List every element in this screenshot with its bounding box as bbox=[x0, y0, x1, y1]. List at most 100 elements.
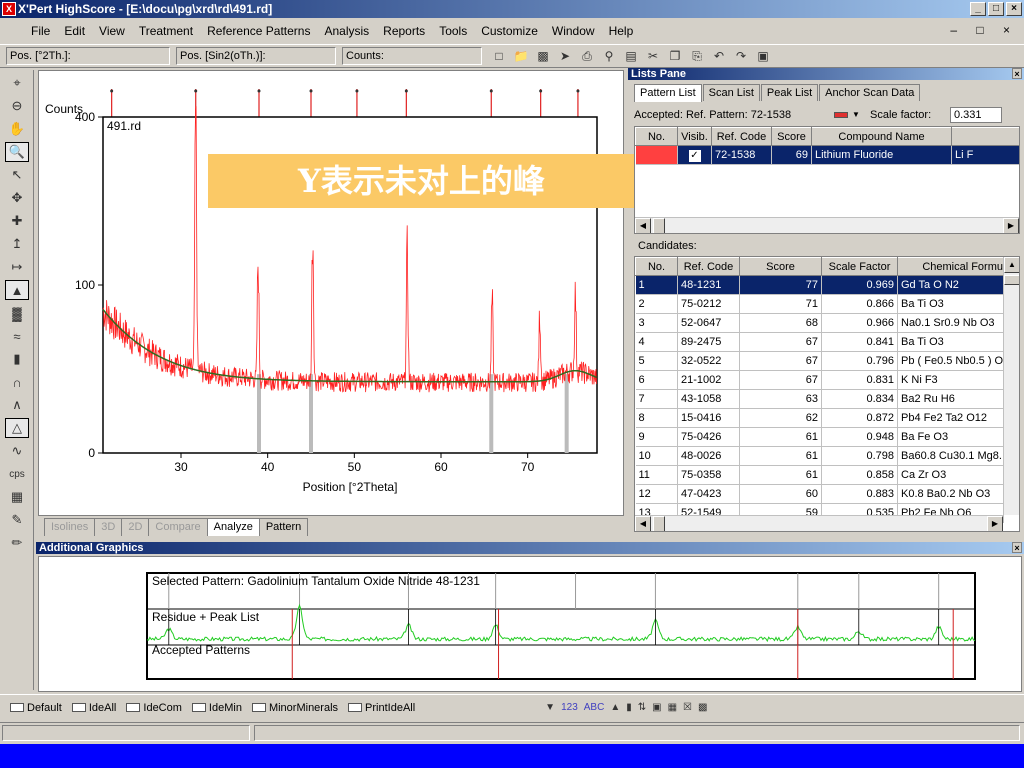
pen-icon[interactable]: ✎ bbox=[5, 510, 29, 530]
close-icon[interactable]: × bbox=[1012, 68, 1022, 79]
col-header-visib[interactable]: Visib. bbox=[677, 127, 712, 146]
tab-pattern-list[interactable]: Pattern List bbox=[634, 84, 702, 102]
main-plot-pane[interactable]: 30 40 50 60 70 0 100 400 Counts Position [°2Theta… bbox=[38, 70, 624, 516]
pan-hand-icon[interactable]: ✋ bbox=[5, 119, 29, 139]
table-row[interactable]: 9 75-0426 61 0.948 Ba Fe O3 bbox=[635, 427, 1004, 447]
horizontal-scrollbar[interactable]: ◀ ▶ bbox=[635, 217, 1019, 233]
profile-ideall-button[interactable]: IdeAll bbox=[71, 702, 116, 714]
x-scale-icon[interactable]: ↦ bbox=[5, 257, 29, 277]
col-header-ch[interactable]: Ch bbox=[951, 127, 1019, 146]
undo-icon[interactable]: ↶ bbox=[710, 47, 728, 65]
col-header-score[interactable]: Score bbox=[739, 257, 822, 276]
tab-pattern[interactable]: Pattern bbox=[258, 518, 309, 536]
filter-icon[interactable]: ▼ bbox=[545, 702, 555, 713]
scroll-left-icon[interactable]: ◀ bbox=[635, 516, 651, 531]
scroll-right-icon[interactable]: ▶ bbox=[1003, 218, 1019, 233]
col-header-compound-name[interactable]: Compound Name bbox=[811, 127, 952, 146]
mdi-controls[interactable]: – □ × bbox=[950, 23, 1018, 37]
menu-window[interactable]: Window bbox=[545, 24, 602, 38]
profile-printideall-button[interactable]: PrintIdeAll bbox=[348, 702, 415, 714]
table-row[interactable]: 7 43-1058 63 0.834 Ba2 Ru H6 bbox=[635, 389, 1004, 409]
zoom-fit-icon[interactable]: ⌖ bbox=[5, 73, 29, 93]
profile-icon[interactable]: ∩ bbox=[5, 372, 29, 392]
bar-icon[interactable]: ▮ bbox=[626, 702, 632, 713]
open-folder-icon[interactable]: 📁 bbox=[512, 47, 530, 65]
zoom-out-icon[interactable]: ⊖ bbox=[5, 96, 29, 116]
xrd-plot[interactable]: 30 40 50 60 700100400CountsPosition [°2Theta… bbox=[39, 71, 623, 515]
tab-isolines[interactable]: Isolines bbox=[44, 518, 96, 536]
zoom-peak-icon[interactable]: ▣ bbox=[652, 702, 661, 713]
additional-graphics-svg[interactable]: Selected Pattern: Gadolinium Tantalum Ox… bbox=[39, 557, 1021, 691]
reject-icon[interactable]: ☒ bbox=[683, 702, 692, 713]
scale-factor-input[interactable]: 0.331 bbox=[950, 107, 1002, 123]
tab-compare[interactable]: Compare bbox=[148, 518, 208, 536]
tab-3d[interactable]: 3D bbox=[94, 518, 123, 536]
eraser-icon[interactable]: ✏ bbox=[5, 533, 29, 553]
scroll-right-icon[interactable]: ▶ bbox=[987, 516, 1003, 531]
number-label-icon[interactable]: 123 bbox=[561, 702, 578, 713]
menu-view[interactable]: View bbox=[92, 24, 132, 38]
unmatched-peak-bar[interactable] bbox=[564, 374, 569, 453]
additional-graphics-body[interactable]: Selected Pattern: Gadolinium Tantalum Ox… bbox=[38, 556, 1022, 692]
pointer-icon[interactable]: ↖ bbox=[5, 165, 29, 185]
col-header-no[interactable]: No. bbox=[635, 257, 678, 276]
menu-edit[interactable]: Edit bbox=[57, 24, 92, 38]
grid-icon[interactable]: ▦ bbox=[5, 487, 29, 507]
report-icon[interactable]: ▤ bbox=[622, 47, 640, 65]
text-label-icon[interactable]: ABC bbox=[584, 702, 605, 713]
scroll-thumb[interactable] bbox=[1004, 275, 1019, 285]
tab-scan-list[interactable]: Scan List bbox=[702, 84, 760, 101]
table-row[interactable]: 2 75-0212 71 0.866 Ba Ti O3 bbox=[635, 294, 1004, 314]
close-icon[interactable]: × bbox=[1012, 542, 1022, 553]
chevron-down-icon[interactable]: ▼ bbox=[852, 106, 860, 124]
import-icon[interactable]: ➤ bbox=[556, 47, 574, 65]
peak-display-icon[interactable]: ▲ bbox=[5, 280, 29, 300]
maximize-button[interactable]: □ bbox=[988, 2, 1004, 16]
project-icon[interactable]: ▣ bbox=[754, 47, 772, 65]
profile-default-button[interactable]: Default bbox=[10, 702, 62, 714]
pattern-color-swatch[interactable] bbox=[834, 112, 848, 118]
crosshair-icon[interactable]: ✚ bbox=[5, 211, 29, 231]
menu-customize[interactable]: Customize bbox=[474, 24, 545, 38]
tab-analyze[interactable]: Analyze bbox=[206, 518, 260, 536]
close-button[interactable]: × bbox=[1006, 2, 1022, 16]
tab-2d[interactable]: 2D bbox=[121, 518, 150, 536]
table-row[interactable]: 10 48-0026 61 0.798 Ba60.8 Cu30.1 Mg8. bbox=[635, 446, 1004, 466]
paste-icon[interactable]: ⎘ bbox=[688, 47, 706, 65]
table-row[interactable]: 4 89-2475 67 0.841 Ba Ti O3 bbox=[635, 332, 1004, 352]
print-preview-icon[interactable]: ⚲ bbox=[600, 47, 618, 65]
vertical-scrollbar[interactable]: ▲ bbox=[1003, 257, 1019, 515]
table-row[interactable]: 6 21-1002 67 0.831 K Ni F3 bbox=[635, 370, 1004, 390]
chart-icon[interactable]: ▩ bbox=[698, 702, 707, 713]
menu-tools[interactable]: Tools bbox=[432, 24, 474, 38]
table-row[interactable]: 3 52-0647 68 0.966 Na0.1 Sr0.9 Nb O3 bbox=[635, 313, 1004, 333]
menu-reference-patterns[interactable]: Reference Patterns bbox=[200, 24, 317, 38]
profile-idemin-button[interactable]: IdeMin bbox=[191, 702, 242, 714]
move-icon[interactable]: ✥ bbox=[5, 188, 29, 208]
table-row[interactable]: 12 47-0423 60 0.883 K0.8 Ba0.2 Nb O3 bbox=[635, 484, 1004, 504]
table-row[interactable]: 1 48-1231 77 0.969 Gd Ta O N2 bbox=[635, 275, 1004, 295]
save-icon[interactable]: ▩ bbox=[534, 47, 552, 65]
cps-icon[interactable]: cps bbox=[5, 464, 29, 484]
table-row[interactable]: 8 15-0416 62 0.872 Pb4 Fe2 Ta2 O12 bbox=[635, 408, 1004, 428]
col-header-ref-code[interactable]: Ref. Code bbox=[711, 127, 772, 146]
new-file-icon[interactable]: □ bbox=[490, 47, 508, 65]
match-icon[interactable]: ▦ bbox=[668, 702, 677, 713]
col-header-chemical-formula[interactable]: Chemical Formu bbox=[897, 257, 1004, 276]
visible-checkbox[interactable]: ✓ bbox=[677, 145, 712, 165]
table-row[interactable]: ✓ 72-1538 69 Lithium Fluoride Li F bbox=[635, 145, 1019, 165]
y-scale-icon[interactable]: ↥ bbox=[5, 234, 29, 254]
col-header-no[interactable]: No. bbox=[635, 127, 678, 146]
residue-icon[interactable]: ∿ bbox=[5, 441, 29, 461]
redo-icon[interactable]: ↷ bbox=[732, 47, 750, 65]
table-row[interactable]: 5 32-0522 67 0.796 Pb ( Fe0.5 Nb0.5 ) O bbox=[635, 351, 1004, 371]
bars-icon[interactable]: ▮ bbox=[5, 349, 29, 369]
peaks-icon[interactable]: △ bbox=[5, 418, 29, 438]
copy-icon[interactable]: ❐ bbox=[666, 47, 684, 65]
fit-profile-icon[interactable]: ∧ bbox=[5, 395, 29, 415]
cut-icon[interactable]: ✂ bbox=[644, 47, 662, 65]
menu-file[interactable]: File bbox=[24, 24, 57, 38]
scroll-up-icon[interactable]: ▲ bbox=[1004, 257, 1019, 273]
horizontal-scrollbar[interactable]: ◀ ▶ bbox=[635, 515, 1003, 531]
scroll-left-icon[interactable]: ◀ bbox=[635, 218, 651, 233]
